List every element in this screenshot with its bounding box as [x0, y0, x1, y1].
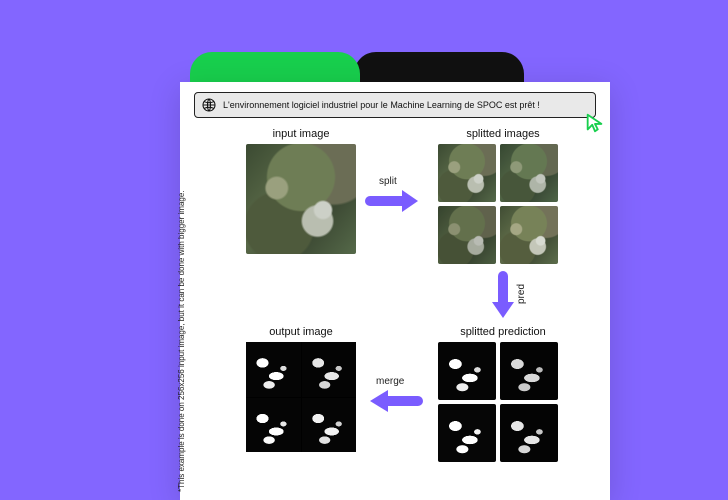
- split-tile: [438, 206, 496, 264]
- arrow-merge-label: merge: [376, 376, 404, 387]
- output-quadrant: [246, 342, 301, 397]
- pipeline-diagram: input image split splitted images pred: [204, 128, 600, 494]
- input-image: [246, 144, 356, 254]
- output-quadrant: [302, 342, 357, 397]
- split-tile: [500, 206, 558, 264]
- pred-tile: [500, 342, 558, 400]
- footnote: *This example is done on 256x256 input i…: [177, 190, 186, 492]
- label-output: output image: [246, 326, 356, 338]
- output-image: [246, 342, 356, 452]
- pred-tile: [500, 404, 558, 462]
- arrow-split-label: split: [379, 176, 397, 187]
- pred-tile: [438, 342, 496, 400]
- output-quadrant: [302, 398, 357, 453]
- splitted-images-grid: [438, 144, 558, 264]
- pred-tile: [438, 404, 496, 462]
- arrow-merge-icon: [366, 386, 422, 416]
- cursor-icon: [584, 112, 606, 134]
- arrow-pred-icon: [488, 272, 518, 322]
- globe-icon: [201, 97, 217, 113]
- output-quadrant: [246, 398, 301, 453]
- arrow-split-icon: [366, 186, 422, 216]
- label-splitted-pred: splitted prediction: [438, 326, 568, 338]
- address-text: L'environnement logiciel industriel pour…: [223, 100, 540, 110]
- splitted-pred-grid: [438, 342, 558, 462]
- label-splitted-images: splitted images: [438, 128, 568, 140]
- split-tile: [500, 144, 558, 202]
- browser-window: L'environnement logiciel industriel pour…: [180, 82, 610, 500]
- split-tile: [438, 144, 496, 202]
- label-input: input image: [246, 128, 356, 140]
- arrow-pred-label: pred: [516, 284, 527, 304]
- address-bar[interactable]: L'environnement logiciel industriel pour…: [194, 92, 596, 118]
